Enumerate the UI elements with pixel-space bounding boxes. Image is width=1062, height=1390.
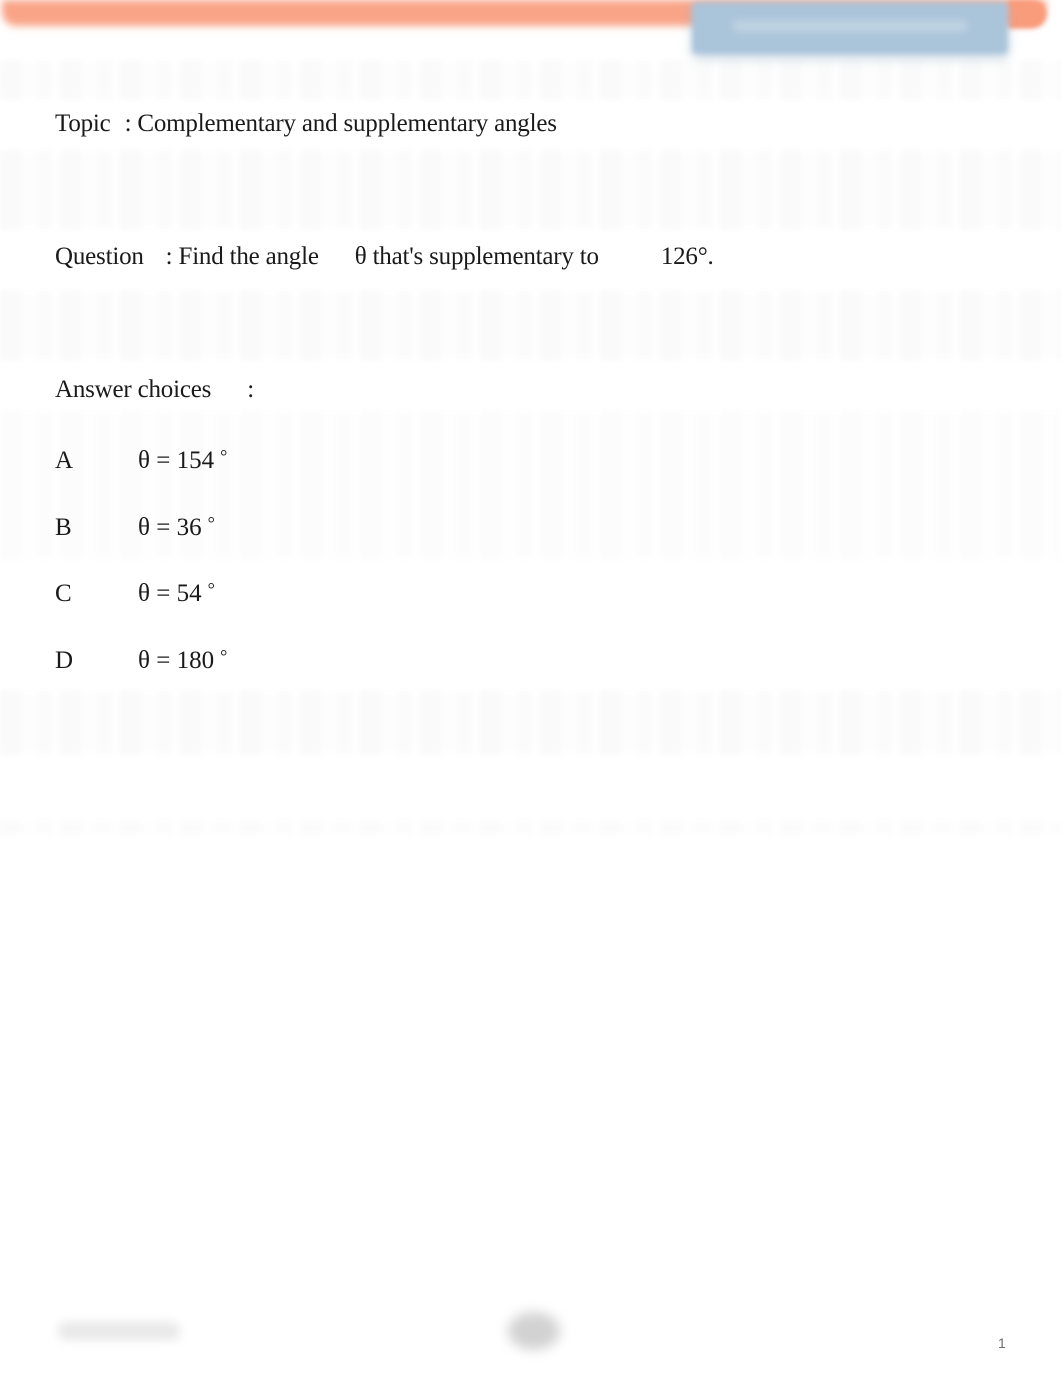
topic-line: Topic: Complementary and supplementary a… [55,109,557,139]
question-label: Question [55,243,144,270]
choice-equals: = [156,580,171,607]
answer-choice-d[interactable]: Dθ = 180 ° [55,641,227,676]
blurred-action-button-label [732,20,968,32]
degree-symbol: ° [220,646,228,666]
degree-symbol: ° [207,579,215,599]
choice-letter: D [55,647,74,674]
topic-value: Complementary and supplementary angles [137,110,557,137]
page-number: 1 [998,1335,1006,1351]
choice-variable: θ [138,514,150,541]
answer-choices-separator: : [247,376,254,403]
choice-value: 180 [176,647,215,674]
choice-value: 54 [176,580,202,607]
question-line: Question: Find the angle θ that's supplem… [55,242,714,272]
question-text-after: that's supplementary to [372,243,599,270]
answer-choices-heading: Answer choices: [55,375,254,405]
question-variable: θ [354,243,367,270]
degree-symbol: ° [220,446,228,466]
blurred-watermark [0,150,1062,230]
question-value: 126°. [660,243,714,270]
answer-choice-c[interactable]: Cθ = 54 ° [55,574,215,609]
choice-equals: = [156,514,171,541]
document-page: Topic: Complementary and supplementary a… [0,0,1062,1390]
question-separator: : [165,243,173,270]
blurred-watermark [0,820,1062,835]
choice-equals: = [156,647,171,674]
choice-letter: A [55,447,74,474]
choice-variable: θ [138,580,150,607]
choice-variable: θ [138,647,150,674]
choice-equals: = [156,447,171,474]
answer-choices-label: Answer choices [55,376,212,403]
answer-choice-b[interactable]: Bθ = 36 ° [55,508,215,543]
blurred-watermark [0,290,1062,360]
blurred-footer-text [58,1322,180,1340]
choice-letter: B [55,514,72,541]
blurred-watermark [0,690,1062,755]
topic-label: Topic [55,110,111,137]
top-banner-edge [1008,0,1046,28]
topic-separator: : [124,110,132,137]
choice-value: 36 [176,514,202,541]
degree-symbol: ° [207,513,215,533]
blurred-watermark [0,60,1062,100]
blurred-action-button[interactable] [692,2,1008,54]
choice-letter: C [55,580,72,607]
answer-choice-a[interactable]: Aθ = 154 ° [55,441,227,476]
question-text-before: Find the angle [178,243,319,270]
blurred-footer-logo [508,1312,560,1350]
choice-variable: θ [138,447,150,474]
choice-value: 154 [176,447,215,474]
